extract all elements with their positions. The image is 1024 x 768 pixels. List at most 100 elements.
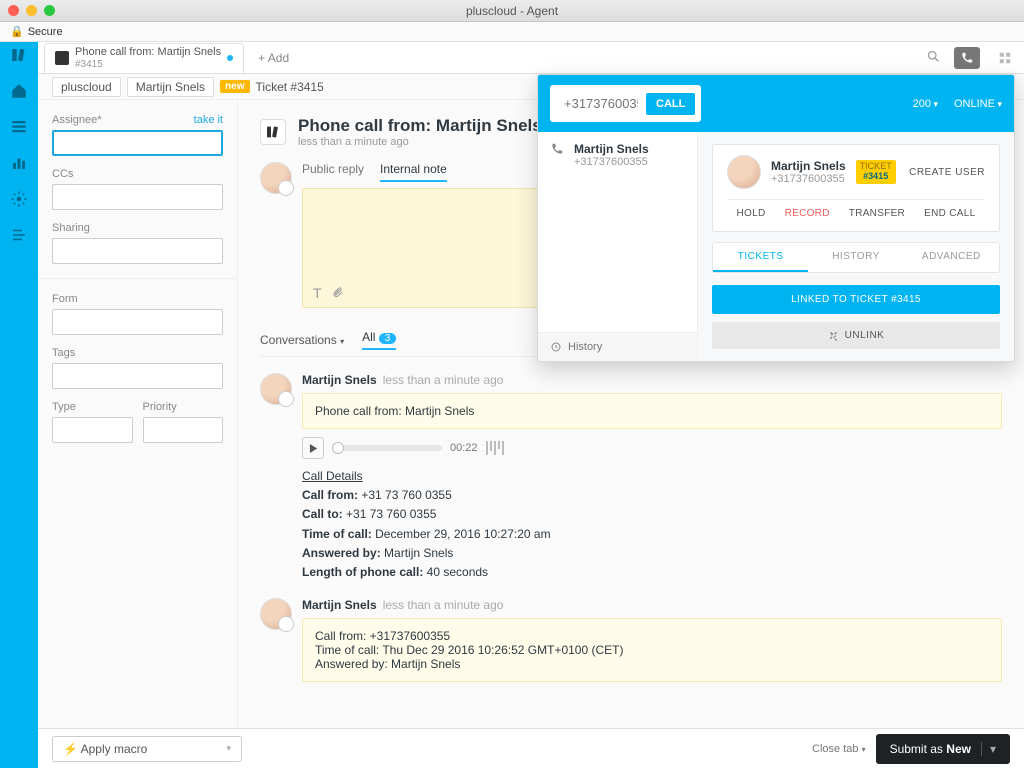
crumb-user[interactable]: Martijn Snels [127,77,214,97]
end-call-button[interactable]: END CALL [924,208,975,219]
call-left-column: Martijn Snels +31737600355 History [538,132,698,361]
assignee-label: Assignee* [52,114,102,126]
audio-time: 00:22 [450,442,478,454]
new-badge: new [220,80,249,93]
conversations-all-tab[interactable]: All 3 [362,330,396,350]
expand-icon[interactable] [10,226,28,244]
call-panel: CALL 200 ONLINE Martijn Snels +317376003… [537,74,1015,362]
ccs-input[interactable] [52,184,223,210]
search-icon[interactable] [926,49,942,67]
tab-title: Phone call from: Martijn Snels [75,46,221,58]
apps-icon-button[interactable] [992,47,1018,69]
submit-dropdown-icon[interactable]: ▾ [981,742,996,756]
call-panel-header: CALL 200 ONLINE [538,75,1014,132]
phone-icon-button[interactable] [954,47,980,69]
ccs-label: CCs [52,168,73,180]
text-format-icon[interactable]: T [313,285,322,301]
call-details-heading: Call Details [302,467,1002,486]
window-titlebar: pluscloud - Agent [0,0,1024,22]
callpanel-subtabs: TICKETS HISTORY ADVANCED [712,242,1000,273]
crumb-ticket: Ticket #3415 [256,80,324,94]
take-it-link[interactable]: take it [194,114,223,126]
lock-icon: 🔒 [10,25,24,38]
audio-play-button[interactable] [302,437,324,459]
record-button[interactable]: RECORD [785,208,830,219]
current-user-avatar [260,162,292,194]
create-user-button[interactable]: CREATE USER [909,167,985,178]
internal-note-tab[interactable]: Internal note [380,162,447,182]
msg1-time: less than a minute ago [383,373,504,387]
msg1-author: Martijn Snels [302,373,377,387]
maximize-window-dot[interactable] [44,5,55,16]
reports-icon[interactable] [10,154,28,172]
caller-name: Martijn Snels [574,142,649,156]
page-title: Phone call from: Martijn Snels [298,116,542,136]
close-window-dot[interactable] [8,5,19,16]
history-toggle[interactable]: History [538,332,697,361]
secure-label: Secure [28,26,63,38]
audio-scrubber[interactable] [332,445,442,451]
hold-button[interactable]: HOLD [737,208,766,219]
minimize-window-dot[interactable] [26,5,37,16]
add-tab-button[interactable]: + Add [248,51,299,65]
subtab-history[interactable]: HISTORY [808,243,903,272]
form-input[interactable] [52,309,223,335]
unlink-button[interactable]: UNLINK [712,322,1000,349]
subtab-tickets[interactable]: TICKETS [713,243,808,272]
conversation-count: 3 [379,333,397,344]
sharing-label: Sharing [52,222,90,234]
priority-input[interactable] [143,417,224,443]
type-input[interactable] [52,417,133,443]
audio-waveform-icon [486,441,504,455]
msg2-body: Call from: +31737600355 Time of call: Th… [302,618,1002,682]
priority-label: Priority [143,401,177,413]
assignee-input[interactable] [52,130,223,156]
close-tab-button[interactable]: Close tab ▾ [812,743,866,755]
call-button[interactable]: CALL [646,93,695,115]
unsaved-indicator-icon [227,55,233,61]
ticket-type-icon [260,119,286,145]
phone-icon [550,142,566,159]
contact-card: Martijn Snels +31737600355 TICKET #3415 … [712,144,1000,232]
ticket-properties-panel: Assignee* take it CCs Sharing Form Tags … [38,100,238,728]
ticket-footer: ⚡ Apply macro▾ Close tab ▾ Submit as New… [38,728,1024,768]
views-icon[interactable] [10,118,28,136]
extension-dropdown[interactable]: 200 [913,98,938,110]
status-dropdown[interactable]: ONLINE [954,98,1002,110]
window-title: pluscloud - Agent [466,4,558,18]
msg1-body: Phone call from: Martijn Snels [302,393,1002,429]
browser-address-bar: 🔒 Secure [0,22,1024,42]
transfer-button[interactable]: TRANSFER [849,208,905,219]
dial-number-input[interactable] [556,91,646,116]
attachment-icon[interactable] [332,285,344,301]
contact-avatar [727,155,761,189]
author-avatar [260,373,292,405]
tab-number: #3415 [75,59,221,70]
public-reply-tab[interactable]: Public reply [302,162,364,182]
caller-number: +31737600355 [574,156,649,168]
linked-ticket-button[interactable]: LINKED TO TICKET #3415 [712,285,1000,314]
add-tab-label: + Add [258,51,289,65]
dial-input-group: CALL [550,85,701,122]
form-label: Form [52,293,78,305]
contact-number: +31737600355 [771,173,846,185]
apply-macro-dropdown[interactable]: ⚡ Apply macro▾ [52,736,242,762]
subtab-advanced[interactable]: ADVANCED [904,243,999,272]
msg2-time: less than a minute ago [383,598,504,612]
ticket-tab-icon [55,51,69,65]
tags-input[interactable] [52,363,223,389]
submit-button[interactable]: Submit as New ▾ [876,734,1010,764]
workspace-tab-ticket[interactable]: Phone call from: Martijn Snels #3415 [44,43,244,73]
crumb-org[interactable]: pluscloud [52,77,121,97]
left-nav-rail [0,42,38,768]
call-right-column: Martijn Snels +31737600355 TICKET #3415 … [698,132,1014,361]
tags-label: Tags [52,347,75,359]
sharing-input[interactable] [52,238,223,264]
settings-icon[interactable] [10,190,28,208]
ticket-created-time: less than a minute ago [298,136,542,148]
conversations-dropdown[interactable]: Conversations ▾ [260,333,344,347]
type-label: Type [52,401,76,413]
ticket-badge: TICKET #3415 [856,160,896,184]
home-icon[interactable] [10,82,28,100]
logo-icon[interactable] [10,46,28,64]
